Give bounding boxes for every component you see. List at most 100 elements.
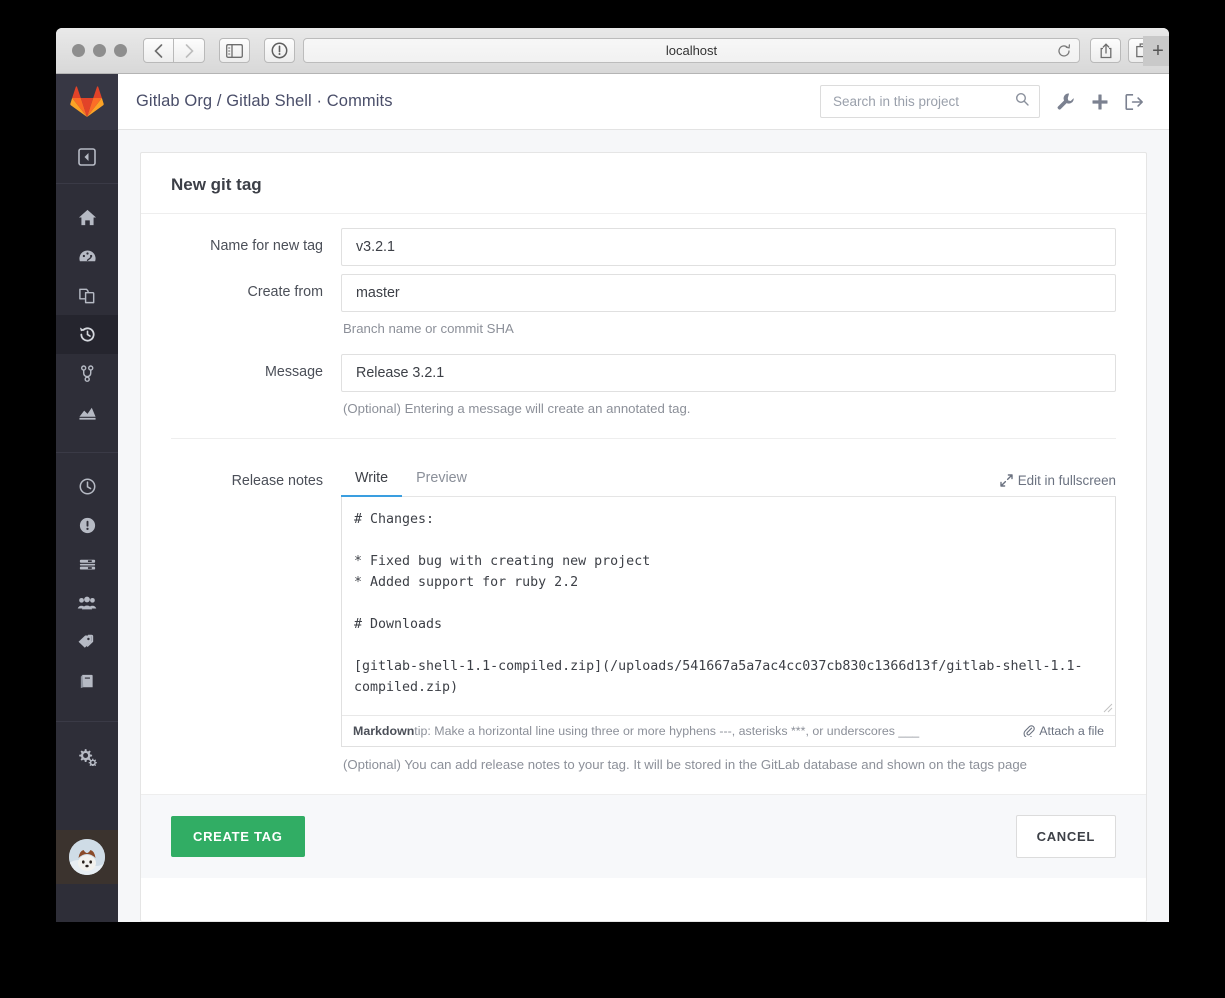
- sidebar-item-labels[interactable]: [56, 623, 118, 662]
- share-icon: [1100, 43, 1111, 58]
- chevron-right-icon: [185, 43, 194, 58]
- sidebar-item-activity[interactable]: [56, 237, 118, 276]
- wrench-icon[interactable]: [1056, 92, 1075, 111]
- attach-file-label: Attach a file: [1039, 724, 1104, 738]
- dashboard-icon: [78, 250, 96, 262]
- create-from-label: Create from: [247, 284, 323, 300]
- reload-button[interactable]: [1057, 43, 1071, 58]
- tab-preview[interactable]: Preview: [402, 470, 481, 497]
- sidebar-item-issues[interactable]: [56, 506, 118, 545]
- sidebar-toggle-wrap: [219, 38, 250, 63]
- form-actions: CREATE TAG CANCEL: [141, 794, 1146, 878]
- history-icon: [79, 327, 95, 342]
- url-area: localhost: [264, 38, 1080, 63]
- window-traffic-lights[interactable]: [72, 44, 127, 57]
- tags-icon: [78, 634, 94, 648]
- gitlab-logo-icon: [70, 86, 104, 118]
- message-input[interactable]: [341, 354, 1116, 392]
- clock-icon: [79, 478, 95, 495]
- create-from-input[interactable]: [341, 274, 1116, 312]
- edit-in-fullscreen-label: Edit in fullscreen: [1017, 473, 1116, 488]
- release-notes-label: Release notes: [231, 473, 323, 489]
- sidebar-item-merge-requests[interactable]: [56, 545, 118, 584]
- markdown-editor: Markdown tip: Make a horizontal line usi…: [341, 497, 1116, 747]
- form-divider: [171, 438, 1116, 439]
- browser-window: localhost + Gitlab Org / Gitlab Shell · …: [56, 28, 1169, 922]
- gitlab-logo[interactable]: [56, 74, 118, 130]
- page-title: New git tag: [141, 153, 1146, 214]
- plus-icon[interactable]: [1091, 93, 1109, 111]
- app-sidebar: [56, 74, 118, 922]
- create-tag-button[interactable]: CREATE TAG: [171, 816, 305, 857]
- release-notes-help: (Optional) You can add release notes to …: [343, 757, 1028, 772]
- search-icon: [1015, 92, 1029, 111]
- release-notes-textarea[interactable]: [342, 497, 1115, 710]
- message-control: (Optional) Entering a message will creat…: [341, 354, 1116, 416]
- book-icon: [80, 674, 93, 689]
- sidebar-item-home[interactable]: [56, 198, 118, 237]
- cancel-button[interactable]: CANCEL: [1015, 815, 1116, 858]
- breadcrumb[interactable]: Gitlab Org / Gitlab Shell · Commits: [136, 92, 393, 111]
- reload-icon: [1058, 43, 1071, 57]
- navigation-buttons[interactable]: [143, 38, 205, 63]
- tab-write[interactable]: Write: [341, 470, 403, 497]
- expand-icon: [1000, 474, 1013, 487]
- page-info-button[interactable]: [264, 38, 295, 63]
- graph-icon: [78, 407, 96, 420]
- avatar-image: [69, 839, 105, 875]
- app-topbar: Gitlab Org / Gitlab Shell · Commits: [118, 74, 1169, 130]
- url-text: localhost: [665, 43, 718, 58]
- merge-requests-icon: [79, 559, 95, 570]
- editor-textarea-wrap: [342, 497, 1115, 715]
- share-button[interactable]: [1090, 38, 1121, 63]
- url-bar[interactable]: localhost: [303, 38, 1080, 63]
- sidebar-toggle-icon: [226, 43, 243, 58]
- close-window-button[interactable]: [72, 44, 85, 57]
- sidebar-item-files[interactable]: [56, 276, 118, 315]
- main-area: New git tag Name for new tag v3.2.1 Crea…: [118, 130, 1169, 922]
- search-input[interactable]: [831, 93, 1015, 110]
- edit-in-fullscreen-button[interactable]: Edit in fullscreen: [1000, 473, 1116, 496]
- field-create-from: Create from Branch name or commit SHA: [141, 274, 1146, 336]
- search-box[interactable]: [820, 85, 1040, 118]
- sidebar-item-members[interactable]: [56, 584, 118, 623]
- sidebar-item-graphs[interactable]: [56, 393, 118, 432]
- new-tab-button[interactable]: +: [1143, 36, 1169, 66]
- attach-file-button[interactable]: Attach a file: [1023, 724, 1104, 738]
- sidebar-collapse-button[interactable]: [56, 130, 118, 184]
- screenshot-root: localhost + Gitlab Org / Gitlab Shell · …: [0, 0, 1225, 998]
- sidebar-item-settings[interactable]: [56, 736, 118, 775]
- message-help: (Optional) Entering a message will creat…: [343, 401, 691, 416]
- zoom-window-button[interactable]: [114, 44, 127, 57]
- new-tag-card: New git tag Name for new tag v3.2.1 Crea…: [140, 152, 1147, 922]
- gears-icon: [78, 748, 97, 766]
- page-body: Gitlab Org / Gitlab Shell · Commits Sear…: [56, 74, 1169, 922]
- sign-out-icon[interactable]: [1125, 93, 1144, 111]
- sidebar-avatar-cell[interactable]: [56, 830, 118, 884]
- sidebar-item-wiki[interactable]: [56, 662, 118, 701]
- sidebar-item-network[interactable]: [56, 354, 118, 393]
- tag-name-control: [341, 228, 1116, 266]
- editor-footer: Markdown tip: Make a horizontal line usi…: [342, 715, 1115, 746]
- sidebar-item-commits[interactable]: [56, 315, 118, 354]
- content-column: Gitlab Org / Gitlab Shell · Commits Sear…: [118, 74, 1169, 922]
- resize-handle[interactable]: [1103, 703, 1113, 713]
- minimize-window-button[interactable]: [93, 44, 106, 57]
- new-tag-form: Name for new tag Create from Br: [141, 214, 1146, 878]
- field-release-notes: Release notes Write Preview Edit in full…: [141, 461, 1146, 772]
- field-message: Message (Optional) Entering a message wi…: [141, 354, 1146, 416]
- tag-name-input[interactable]: [341, 228, 1116, 266]
- sidebar-item-milestones[interactable]: [56, 467, 118, 506]
- reader-info-icon: [271, 42, 288, 59]
- files-icon: [78, 288, 94, 304]
- avatar[interactable]: [69, 839, 105, 875]
- browser-sidebar-toggle-button[interactable]: [219, 38, 250, 63]
- field-tag-name: Name for new tag: [141, 228, 1146, 266]
- markdown-tip-text: tip: Make a horizontal line using three …: [414, 724, 920, 738]
- forward-button[interactable]: [174, 38, 205, 63]
- back-button[interactable]: [143, 38, 174, 63]
- release-notes-control: Write Preview Edit in fullscreen # Chang…: [341, 461, 1116, 772]
- markdown-label[interactable]: Markdown: [353, 724, 414, 738]
- create-from-control: Branch name or commit SHA: [341, 274, 1116, 336]
